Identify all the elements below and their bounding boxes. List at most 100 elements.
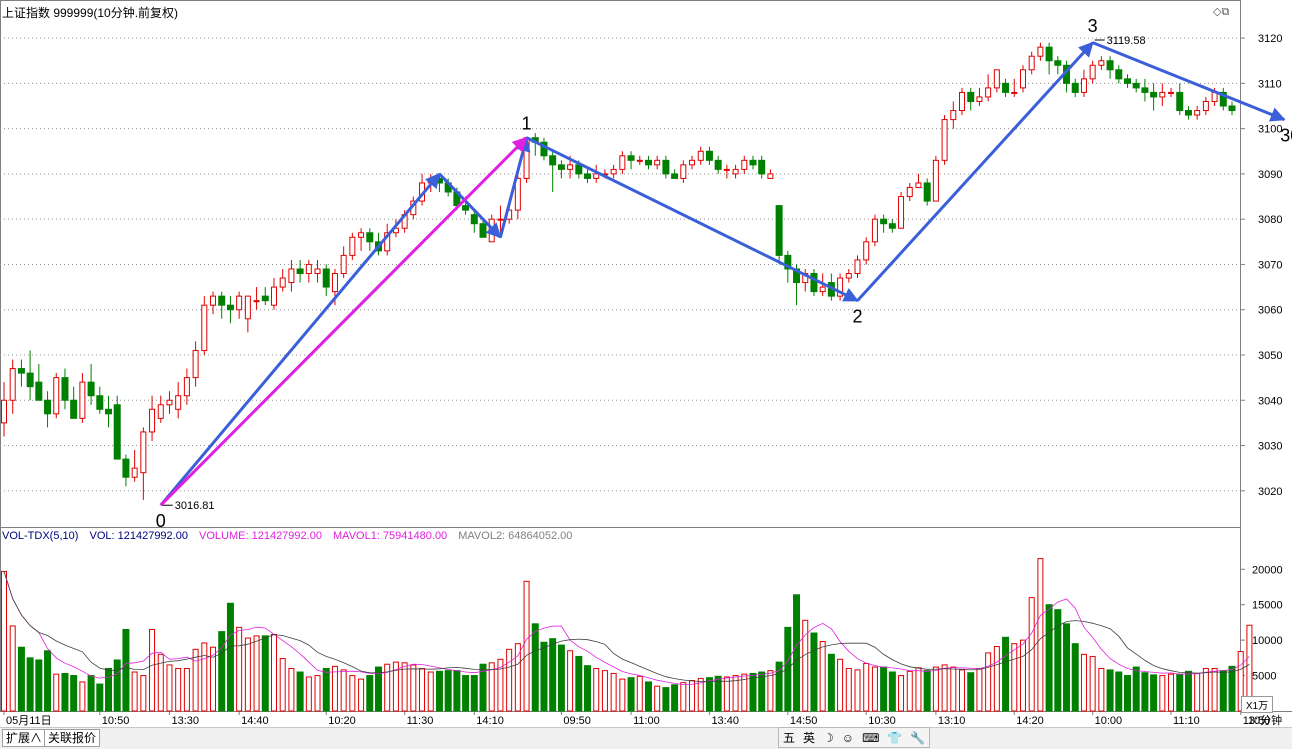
volume-bar: [226, 602, 234, 712]
candle-body: [705, 150, 713, 161]
candle-body: [149, 408, 156, 433]
candle-body: [1045, 46, 1053, 62]
candle-body: [288, 268, 295, 284]
restore-icon[interactable]: ⧉: [1221, 6, 1229, 18]
ime-item[interactable]: 🔧: [906, 731, 929, 745]
candle-body: [1123, 78, 1131, 84]
candle-body: [567, 164, 574, 170]
related-quotes-tab[interactable]: 关联报价: [44, 729, 101, 747]
ime-item[interactable]: ☺: [838, 731, 858, 745]
volume-bar: [236, 626, 243, 712]
time-tick-label: 14:20: [1016, 715, 1044, 727]
volume-bar: [540, 641, 548, 712]
volume-bar: [959, 669, 966, 712]
candle-body: [497, 218, 504, 221]
candle-body: [689, 159, 696, 166]
trend-line-magenta: [159, 136, 528, 507]
volume-bar: [1011, 643, 1018, 712]
volume-bar: [1211, 667, 1218, 712]
candle-body: [314, 268, 321, 274]
volume-bar: [993, 646, 1000, 712]
stock-chart[interactable]: 3020303030403050306030703080309031003110…: [0, 0, 1292, 727]
wave-label: 2: [853, 307, 863, 327]
extreme-price-label: 3016.81: [175, 500, 215, 512]
candle-body: [758, 159, 766, 175]
volume-bar: [627, 677, 635, 712]
candle-body: [671, 173, 679, 179]
volume-bar: [53, 673, 60, 712]
volume-bar: [35, 659, 43, 712]
volume-bar: [1106, 669, 1114, 712]
volume-bar: [1141, 672, 1149, 712]
volume-bar: [331, 665, 338, 712]
volume-bar: [322, 667, 330, 712]
bottom-bar: 扩展∧ 关联报价: [0, 727, 1292, 749]
ime-item[interactable]: ☽: [819, 731, 838, 745]
candle-body: [1132, 82, 1140, 89]
time-tick-label: 10:50: [102, 715, 130, 727]
time-tick-label: 05月11日: [6, 715, 52, 727]
candle-body: [340, 254, 347, 274]
volume-bar: [444, 670, 452, 712]
ime-item[interactable]: ⌨: [858, 731, 883, 745]
candle-body: [35, 381, 43, 401]
volume-bar: [854, 669, 861, 712]
unit-label: X1万: [1241, 696, 1273, 713]
volume-bar: [506, 648, 513, 712]
candle-body: [305, 263, 312, 275]
candle-body: [166, 399, 173, 406]
volume-bar: [523, 580, 530, 712]
volume-bar: [175, 667, 182, 712]
volume-bar: [44, 650, 52, 712]
volume-bar: [1176, 673, 1184, 712]
time-tick-label: 11:30: [407, 715, 434, 727]
candle-body: [1054, 60, 1062, 66]
ime-toolbar[interactable]: 五英 ☽ ☺ ⌨ 👕 🔧: [778, 727, 931, 748]
window-icons[interactable]: ◇⧉: [1213, 5, 1229, 19]
candle-body: [1159, 91, 1166, 98]
volume-bar: [314, 675, 321, 712]
volume-bar: [279, 658, 286, 712]
candle-body: [470, 214, 478, 225]
candle-body: [741, 159, 748, 170]
candle-body: [888, 223, 896, 229]
volume-bar: [70, 675, 78, 712]
volume-bar: [462, 675, 470, 712]
candle-body: [775, 205, 783, 256]
volume-bar: [1, 570, 7, 712]
candle-body: [662, 159, 670, 175]
volume-bar: [705, 677, 713, 712]
candle-body: [1098, 60, 1105, 66]
price-tick-label: 3080: [1258, 214, 1282, 226]
candle-body: [915, 182, 922, 188]
volume-bar: [1089, 655, 1096, 712]
ime-item[interactable]: 👕: [883, 731, 906, 745]
candle-body: [810, 273, 818, 293]
volume-bar: [87, 675, 95, 712]
volume-bar: [593, 667, 600, 712]
time-tick-label: 14:10: [476, 715, 504, 727]
volume-bar: [419, 667, 426, 712]
volume-value: VOLUME: 121427992.00: [199, 530, 322, 542]
candle-body: [175, 395, 182, 410]
candle-body: [959, 91, 966, 112]
candle-body: [932, 159, 939, 202]
candle-body: [1011, 91, 1018, 94]
volume-bar: [1123, 675, 1131, 712]
volume-bar: [1019, 639, 1026, 712]
ime-item[interactable]: 五: [779, 729, 799, 746]
volume-bar: [288, 667, 295, 712]
volume-bar: [584, 665, 592, 712]
volume-bar: [1219, 670, 1227, 712]
candle-body: [967, 91, 975, 102]
volume-bar: [253, 635, 260, 712]
candle-body: [1080, 78, 1087, 93]
ime-item[interactable]: 英: [799, 729, 819, 746]
expand-tab[interactable]: 扩展∧: [2, 729, 47, 747]
price-tick-label: 3060: [1258, 305, 1282, 317]
period-label[interactable]: 10分钟: [1241, 712, 1289, 728]
volume-tick-label: 15000: [1252, 600, 1283, 612]
candle-body: [976, 96, 983, 102]
candle-body: [1089, 64, 1096, 80]
volume-indicator-name[interactable]: VOL-TDX(5,10): [2, 530, 78, 542]
